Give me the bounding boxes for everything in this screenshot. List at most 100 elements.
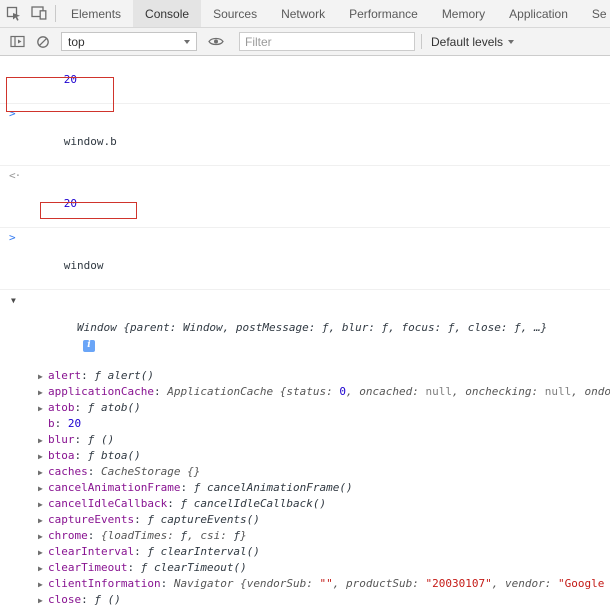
context-selector-label: top: [68, 34, 85, 49]
collapse-arrow-icon[interactable]: [11, 294, 21, 308]
inspect-element-button[interactable]: [0, 0, 26, 26]
tab-label: Elements: [71, 6, 122, 21]
expand-arrow-icon[interactable]: [38, 593, 48, 608]
object-preview-line: Window {parent: Window, postMessage: ƒ, …: [0, 290, 610, 368]
tab-network[interactable]: Network: [269, 0, 337, 27]
expand-arrow-icon[interactable]: [38, 513, 48, 528]
property-value-token: , vendor:: [491, 577, 558, 590]
property-value-token: "20030107": [425, 577, 492, 590]
expand-arrow-icon[interactable]: [38, 561, 48, 576]
device-toolbar-button[interactable]: [26, 0, 52, 26]
log-levels-label: Default levels: [431, 34, 504, 49]
toolbar-separator: [55, 5, 56, 22]
property-value-token: "": [319, 577, 333, 590]
property-name: cancelIdleCallback: [48, 497, 180, 510]
property-row-alert[interactable]: alertƒ alert(): [0, 368, 610, 384]
property-row-cancelIdleCallback[interactable]: cancelIdleCallbackƒ cancelIdleCallback(): [0, 496, 610, 512]
property-value-token: , productSub:: [332, 577, 426, 590]
expand-arrow-icon[interactable]: [38, 433, 48, 448]
property-row-close[interactable]: closeƒ (): [0, 592, 610, 608]
property-value-token: ƒ clearInterval(): [147, 545, 260, 558]
expand-arrow-icon[interactable]: [38, 481, 48, 496]
property-value-token: ƒ (): [94, 593, 121, 606]
property-row-chrome[interactable]: chrome{loadTimes: ƒ, csi: ƒ}: [0, 528, 610, 544]
property-value-token: ƒ alert(): [94, 369, 154, 382]
property-value-token: ƒ atob(): [87, 401, 141, 414]
expand-arrow-icon[interactable]: [38, 577, 48, 592]
property-row-clientInformation[interactable]: clientInformationNavigator {vendorSub: "…: [0, 576, 610, 592]
chevron-down-icon: [184, 39, 190, 44]
property-row-atob[interactable]: atobƒ atob(): [0, 400, 610, 416]
device-toolbar-icon: [31, 6, 47, 20]
tab-label: Console: [145, 6, 190, 21]
expand-arrow-icon[interactable]: [38, 449, 48, 464]
prompt-icon: [9, 231, 16, 245]
info-icon: [82, 340, 95, 352]
log-levels-selector[interactable]: Default levels: [424, 35, 521, 49]
expand-arrow-icon[interactable]: [38, 465, 48, 480]
filter-input[interactable]: [239, 32, 415, 51]
property-row-applicationCache[interactable]: applicationCacheApplicationCache {status…: [0, 384, 610, 400]
property-value-token: ƒ (): [87, 433, 115, 446]
tab-elements[interactable]: Elements: [59, 0, 133, 27]
devtools-window: Elements Console Sources Network Performance…: [0, 0, 610, 611]
expand-arrow-icon[interactable]: [38, 369, 48, 384]
expand-arrow-icon[interactable]: [38, 385, 48, 400]
result-arrow-icon: [9, 169, 20, 183]
property-value-token: "Google: [557, 577, 605, 590]
property-row-btoa[interactable]: btoaƒ btoa(): [0, 448, 610, 464]
result-value: 20: [63, 197, 77, 210]
property-value-token: , oncached:: [346, 385, 426, 398]
console-sidebar-button[interactable]: [4, 29, 30, 55]
property-name: btoa: [48, 449, 88, 462]
property-name: b: [48, 417, 68, 430]
property-name: close: [48, 593, 94, 606]
property-name: chrome: [48, 529, 101, 542]
property-row-clearInterval[interactable]: clearIntervalƒ clearInterval(): [0, 544, 610, 560]
property-name: clearTimeout: [48, 561, 141, 574]
context-selector[interactable]: top: [61, 32, 197, 51]
property-row-cancelAnimationFrame[interactable]: cancelAnimationFrameƒ cancelAnimationFra…: [0, 480, 610, 496]
property-row-blur[interactable]: blurƒ (): [0, 432, 610, 448]
property-row-b[interactable]: b20: [0, 416, 610, 432]
property-value-token: CacheStorage {}: [101, 465, 201, 478]
expand-arrow-icon[interactable]: [38, 545, 48, 560]
expand-arrow-icon[interactable]: [38, 497, 48, 512]
property-value-token: {loadTimes:: [101, 529, 181, 542]
property-value-token: null: [544, 385, 572, 398]
tab-application[interactable]: Application: [497, 0, 580, 27]
property-value-token: , ondo: [571, 385, 610, 398]
object-preview[interactable]: Window {parent: Window, postMessage: ƒ, …: [77, 321, 547, 334]
property-list: alertƒ alert()applicationCacheApplicatio…: [0, 368, 610, 611]
property-value-token: null: [425, 385, 453, 398]
console-result-message: 20: [0, 166, 610, 228]
property-name: alert: [48, 369, 94, 382]
tab-label: Network: [281, 6, 326, 21]
property-row-captureEvents[interactable]: captureEventsƒ captureEvents(): [0, 512, 610, 528]
tab-memory[interactable]: Memory: [430, 0, 497, 27]
tab-label: Memory: [441, 6, 486, 21]
expand-arrow-icon[interactable]: [38, 401, 48, 416]
expand-arrow-icon[interactable]: [38, 529, 48, 544]
property-value-token: , onchecking:: [452, 385, 545, 398]
property-value-token: Navigator {vendorSub:: [173, 577, 320, 590]
property-value-token: ƒ cancelIdleCallback(): [180, 497, 327, 510]
property-row-clearTimeout[interactable]: clearTimeoutƒ clearTimeout(): [0, 560, 610, 576]
tab-label: Se: [591, 6, 607, 21]
console-result-message: 20: [0, 56, 610, 104]
prompt-icon: [9, 107, 16, 121]
tab-performance[interactable]: Performance: [337, 0, 430, 27]
live-expression-button[interactable]: [203, 29, 229, 55]
input-command: window.b: [63, 135, 117, 148]
property-name: cancelAnimationFrame: [48, 481, 194, 494]
console-sidebar-icon: [9, 35, 25, 48]
property-value-token: ƒ clearTimeout(): [140, 561, 247, 574]
tab-sources[interactable]: Sources: [201, 0, 269, 27]
panel-tabs: Elements Console Sources Network Performance…: [59, 0, 610, 27]
tab-label: Sources: [213, 6, 258, 21]
property-row-caches[interactable]: cachesCacheStorage {}: [0, 464, 610, 480]
tab-se[interactable]: Se: [580, 0, 610, 27]
console-output[interactable]: 20 window.b 20 window Window {parent: Wi…: [0, 56, 610, 611]
tab-console[interactable]: Console: [133, 0, 202, 27]
clear-console-button[interactable]: [30, 29, 56, 55]
